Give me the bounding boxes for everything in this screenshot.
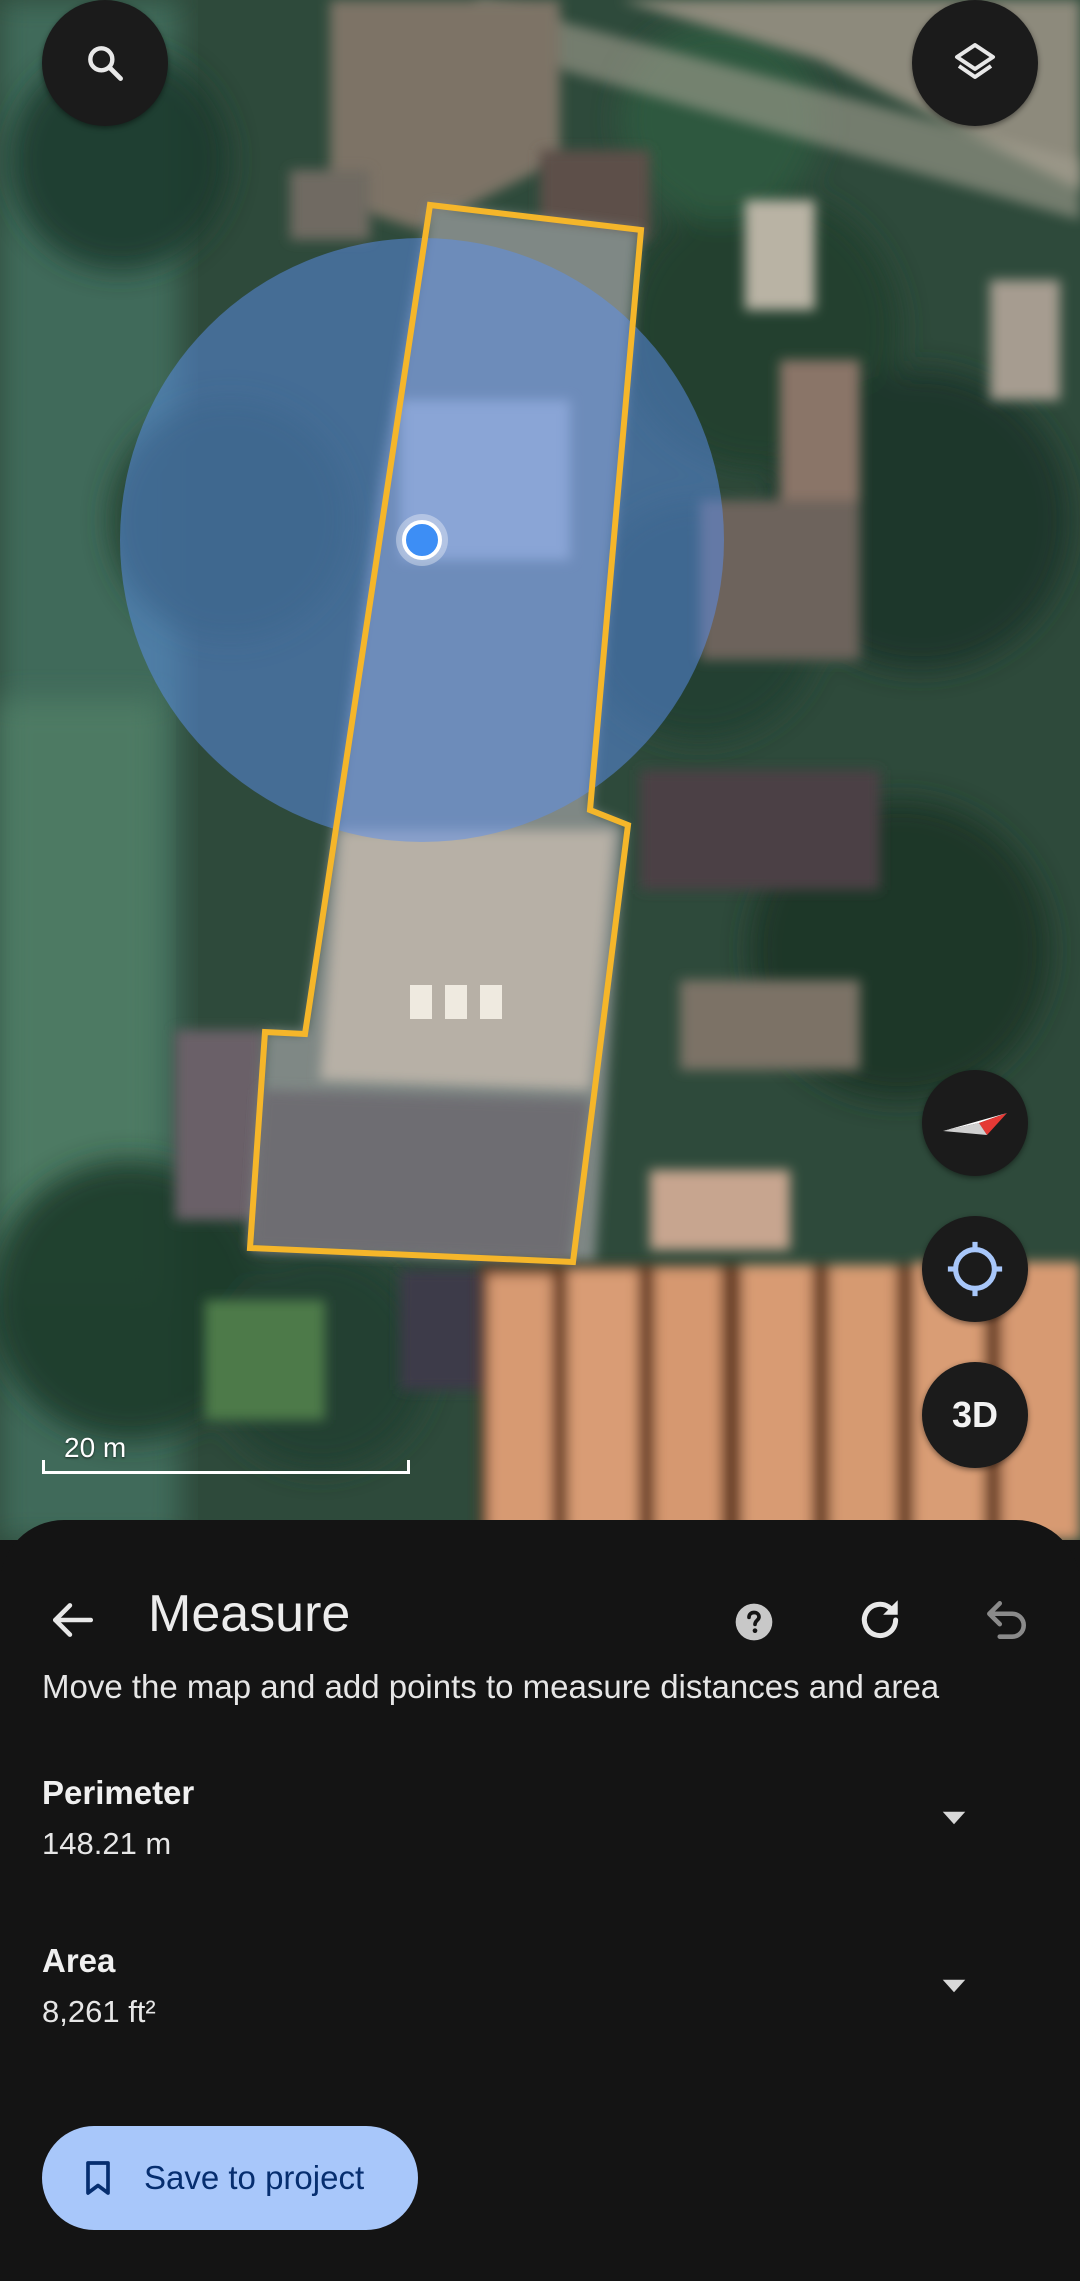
chevron-down-icon: [942, 1811, 966, 1825]
area-label: Area: [42, 1942, 116, 1979]
sheet-header: Measure: [0, 1556, 1080, 1676]
compass-icon: [943, 1113, 1007, 1135]
help-icon: [735, 1603, 773, 1641]
measure-bottom-sheet: Measure Move the map and add points to m…: [0, 1520, 1080, 2281]
page-title: Measure: [148, 1585, 351, 1643]
undo-button[interactable]: [970, 1584, 1042, 1656]
save-to-project-label: Save to project: [144, 2159, 365, 2196]
back-button[interactable]: [36, 1584, 108, 1656]
refresh-icon: [861, 1600, 899, 1638]
back-arrow-icon: [53, 1603, 94, 1637]
current-location-dot: [402, 520, 442, 560]
layers-icon: [955, 43, 995, 79]
scale-line: [42, 1460, 410, 1474]
save-to-project-button[interactable]: Save to project: [42, 2126, 418, 2230]
undo-icon: [987, 1601, 1026, 1639]
area-unit-dropdown[interactable]: [920, 1952, 988, 2020]
compass-button[interactable]: [922, 1070, 1028, 1176]
bookmark-icon: [86, 2161, 110, 2195]
3d-toggle-button[interactable]: 3D: [922, 1362, 1028, 1468]
search-button[interactable]: [42, 0, 168, 126]
chevron-down-icon: [942, 1979, 966, 1993]
perimeter-row[interactable]: Perimeter 148.21 m: [0, 1774, 1080, 1894]
map-layers-button[interactable]: [912, 0, 1038, 126]
area-row[interactable]: Area 8,261 ft²: [0, 1942, 1080, 2062]
perimeter-label: Perimeter: [42, 1774, 195, 1811]
my-location-button[interactable]: [922, 1216, 1028, 1322]
3d-toggle-label: 3D: [951, 1394, 999, 1435]
measure-instructions: Move the map and add points to measure d…: [42, 1668, 940, 1705]
perimeter-unit-dropdown[interactable]: [920, 1784, 988, 1852]
my-location-icon: [947, 1241, 1003, 1297]
perimeter-value: 148.21 m: [42, 1826, 172, 1861]
map-scale-bar: 20 m: [42, 1432, 410, 1474]
satellite-imagery: [0, 0, 1080, 1540]
help-button[interactable]: [720, 1588, 788, 1656]
search-icon: [88, 46, 123, 81]
satellite-map[interactable]: 3D 20 m: [0, 0, 1080, 1540]
reset-button[interactable]: [844, 1584, 916, 1656]
area-value: 8,261 ft²: [42, 1994, 156, 2029]
